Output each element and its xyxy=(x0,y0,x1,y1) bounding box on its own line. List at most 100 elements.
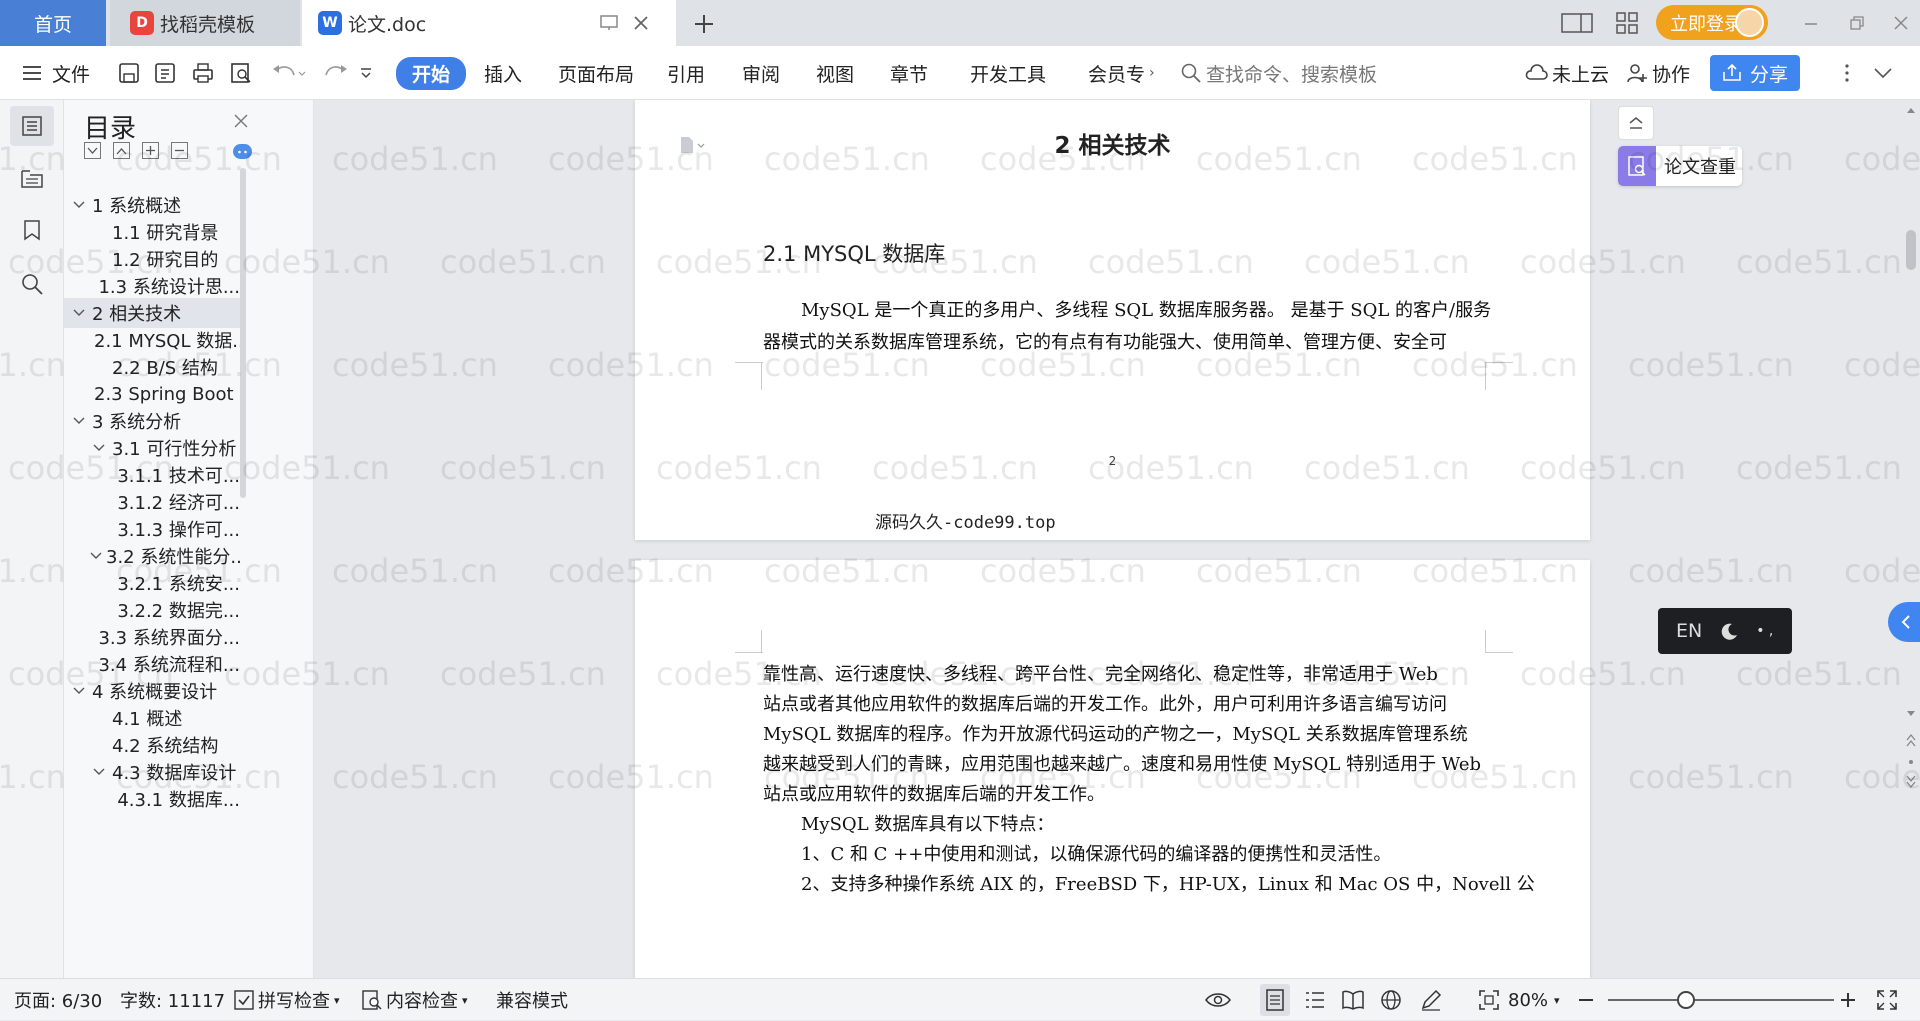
chevron-down-icon[interactable] xyxy=(70,682,88,700)
outline-item[interactable]: 1.1 研究背景 xyxy=(64,217,240,247)
thesis-check-button[interactable]: 论文查重 xyxy=(1618,146,1742,186)
collaborate-button[interactable]: 协作 xyxy=(1626,46,1690,100)
tab-section[interactable]: 章节 xyxy=(890,46,928,100)
close-tab-icon[interactable] xyxy=(630,12,652,34)
outline-scrollbar[interactable] xyxy=(240,168,246,498)
collapse-all-icon[interactable] xyxy=(113,142,130,159)
chevron-down-icon[interactable] xyxy=(70,196,88,214)
chevron-down-icon[interactable] xyxy=(90,439,108,457)
find-icon[interactable] xyxy=(10,264,54,304)
login-button[interactable]: 立即登录 xyxy=(1656,5,1768,40)
layout-icon[interactable] xyxy=(1560,10,1594,36)
page-view-icon[interactable] xyxy=(1260,984,1290,1016)
ai-assistant-icon[interactable] xyxy=(233,144,252,159)
chevron-down-icon[interactable] xyxy=(70,412,88,430)
outline-item[interactable]: 3.2.1 系统安... xyxy=(64,568,240,598)
chevron-down-icon[interactable] xyxy=(90,763,108,781)
chevron-down-icon[interactable] xyxy=(90,547,102,565)
tab-page-layout[interactable]: 页面布局 xyxy=(558,46,634,100)
outline-item[interactable]: 3.4 系统流程和... xyxy=(64,649,240,679)
outline-item[interactable]: 3.1.2 经济可... xyxy=(64,487,240,517)
print-icon[interactable] xyxy=(190,46,216,100)
spell-check-button[interactable]: 拼写检查 ▾ xyxy=(234,979,340,1021)
bookmark-icon[interactable] xyxy=(10,210,54,250)
outline-item[interactable]: 1.2 研究目的 xyxy=(64,244,240,274)
print-preview-icon[interactable] xyxy=(228,46,254,100)
content-check-button[interactable]: 内容检查 ▾ xyxy=(362,979,468,1021)
more-options-icon[interactable] xyxy=(1840,46,1854,100)
reading-view-icon[interactable] xyxy=(1340,979,1366,1021)
file-menu[interactable]: 文件 xyxy=(22,46,90,100)
outline-item[interactable]: 2.3 Spring Boot ... xyxy=(64,379,240,409)
outline-item[interactable]: 1 系统概述 xyxy=(64,190,240,220)
outline-item[interactable]: 2.1 MYSQL 数据... xyxy=(64,325,240,355)
web-view-icon[interactable] xyxy=(1378,979,1404,1021)
outline-item[interactable]: 3.2.2 数据完... xyxy=(64,595,240,625)
pin-window-icon[interactable] xyxy=(598,12,620,34)
cloud-status[interactable]: 未上云 xyxy=(1524,46,1609,100)
outline-item[interactable]: 2.2 B/S 结构 xyxy=(64,352,240,382)
page-jump-icons[interactable] xyxy=(1905,732,1917,792)
apps-grid-icon[interactable] xyxy=(1614,10,1640,36)
document-scrollbar[interactable] xyxy=(1902,100,1920,978)
outline-item[interactable]: 4.1 概述 xyxy=(64,703,240,733)
export-pdf-icon[interactable] xyxy=(152,46,178,100)
fullscreen-icon[interactable] xyxy=(1874,979,1900,1021)
new-tab-icon[interactable] xyxy=(690,10,718,38)
close-outline-icon[interactable] xyxy=(230,110,252,132)
undo-icon[interactable] xyxy=(268,46,308,100)
minimize-icon[interactable] xyxy=(1800,12,1822,34)
outline-item[interactable]: 2 相关技术 xyxy=(64,298,240,328)
tab-home[interactable]: 首页 xyxy=(0,0,106,46)
outline-item[interactable]: 3 系统分析 xyxy=(64,406,240,436)
scroll-down-icon[interactable] xyxy=(1906,710,1916,718)
tab-document[interactable]: W 论文.doc xyxy=(302,0,676,46)
tab-member[interactable]: 会员专 › xyxy=(1088,46,1155,100)
outline-item[interactable]: 3.1.3 操作可... xyxy=(64,514,240,544)
scroll-up-icon[interactable] xyxy=(1906,106,1916,114)
outline-item[interactable]: 3.2 系统性能分... xyxy=(64,541,240,571)
collapse-panel-icon[interactable] xyxy=(1618,106,1654,140)
close-window-icon[interactable] xyxy=(1890,12,1912,34)
outline-item[interactable]: 3.1 可行性分析 xyxy=(64,433,240,463)
remove-heading-icon[interactable] xyxy=(171,142,188,159)
zoom-in-icon[interactable] xyxy=(1838,979,1858,1021)
chapter-nav-icon[interactable] xyxy=(10,158,54,198)
zoom-knob[interactable] xyxy=(1676,991,1695,1009)
outline-view-icon[interactable] xyxy=(1302,979,1328,1021)
tab-references[interactable]: 引用 xyxy=(667,46,705,100)
outline-panel-icon[interactable] xyxy=(10,106,54,146)
eye-protect-icon[interactable] xyxy=(1204,979,1232,1021)
command-search[interactable]: 查找命令、搜索模板 xyxy=(1180,46,1377,100)
restore-icon[interactable] xyxy=(1846,12,1868,34)
tab-insert[interactable]: 插入 xyxy=(484,46,522,100)
ime-toolbar[interactable]: EN • , xyxy=(1658,608,1792,654)
redo-icon[interactable] xyxy=(316,46,356,100)
zoom-select[interactable]: 80% ▾ xyxy=(1508,979,1560,1021)
tab-template[interactable]: D 找稻壳模板 xyxy=(110,0,300,46)
outline-item[interactable]: 3.1.1 技术可... xyxy=(64,460,240,490)
collapse-ribbon-icon[interactable] xyxy=(1868,46,1898,100)
share-button[interactable]: 分享 xyxy=(1710,55,1800,91)
outline-item[interactable]: 4.2 系统结构 xyxy=(64,730,240,760)
tab-developer[interactable]: 开发工具 xyxy=(970,46,1046,100)
outline-item[interactable]: 4 系统概要设计 xyxy=(64,676,240,706)
save-icon[interactable] xyxy=(116,46,142,100)
zoom-out-icon[interactable] xyxy=(1576,979,1596,1021)
chevron-down-icon[interactable] xyxy=(70,304,88,322)
tab-start[interactable]: 开始 xyxy=(396,46,467,100)
outline-item[interactable]: 3.3 系统界面分... xyxy=(64,622,240,652)
expand-all-icon[interactable] xyxy=(84,142,101,159)
add-heading-icon[interactable] xyxy=(142,142,159,159)
word-count[interactable]: 字数: 11117 xyxy=(120,979,225,1021)
customize-chevron-icon[interactable] xyxy=(356,46,376,100)
write-mode-icon[interactable] xyxy=(1418,979,1444,1021)
outline-item[interactable]: 4.3 数据库设计 xyxy=(64,757,240,787)
outline-item[interactable]: 1.3 系统设计思... xyxy=(64,271,240,301)
scroll-thumb[interactable] xyxy=(1906,230,1916,270)
outline-item[interactable]: 4.3.1 数据库... xyxy=(64,784,240,814)
fit-page-icon[interactable] xyxy=(1476,979,1502,1021)
tab-view[interactable]: 视图 xyxy=(816,46,854,100)
tab-review[interactable]: 审阅 xyxy=(742,46,780,100)
zoom-slider[interactable] xyxy=(1608,979,1834,1021)
